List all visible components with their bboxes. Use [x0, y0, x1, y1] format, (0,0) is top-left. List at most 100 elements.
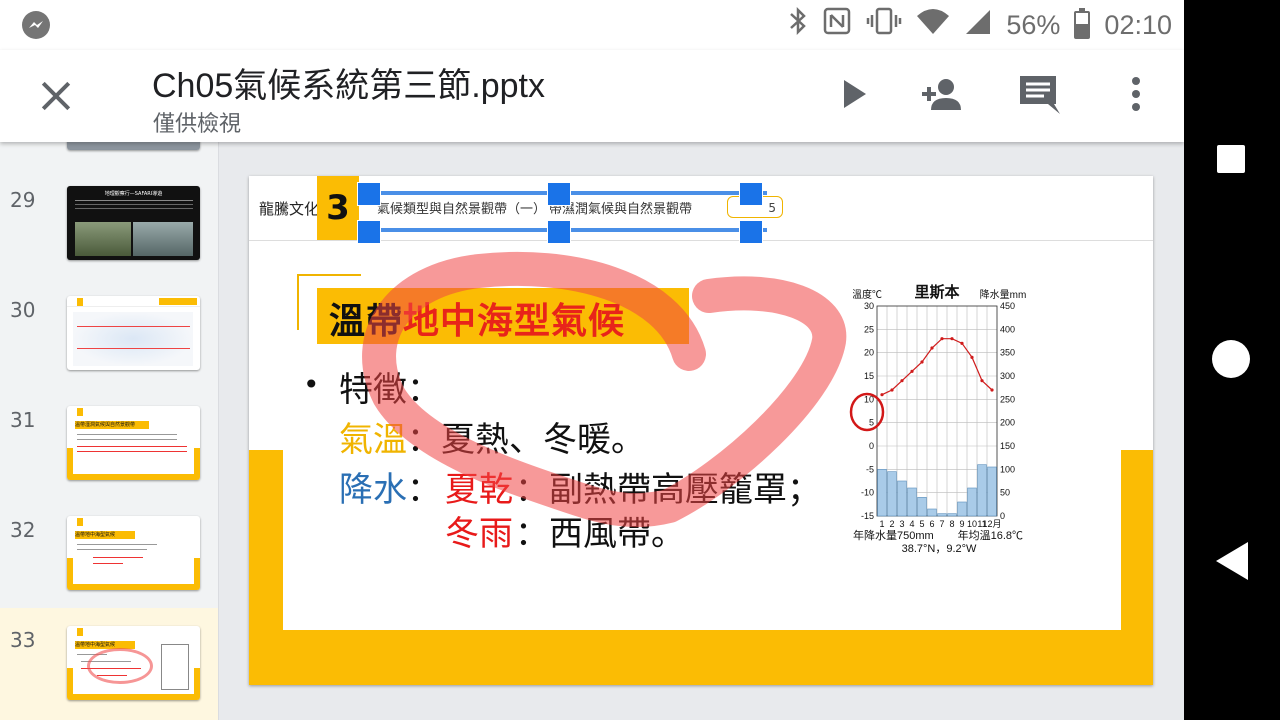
slide-number: 32 — [10, 518, 36, 542]
month-tick-label: 7 — [939, 519, 944, 529]
thumb-title: 地理觀察行—SAFARI導遊 — [104, 191, 163, 197]
selection-handle[interactable] — [739, 220, 763, 244]
thumbnail-30[interactable] — [67, 296, 200, 370]
app-bar: Ch05氣候系統第三節.pptx 僅供檢視 — [0, 50, 1184, 142]
temp-label: 氣溫 — [339, 420, 407, 460]
selection-handle[interactable] — [547, 220, 571, 244]
month-tick-label: 2 — [889, 519, 894, 529]
selection-handle[interactable] — [357, 220, 381, 244]
selection-handle[interactable] — [357, 182, 381, 206]
precip-bar — [917, 497, 927, 517]
system-nav-bar — [1184, 0, 1280, 720]
nfc-icon — [822, 6, 852, 45]
precip-colon: ： — [407, 470, 441, 510]
present-icon[interactable] — [830, 70, 878, 118]
chart-title: 里斯本 — [914, 284, 959, 301]
temp-point — [980, 379, 984, 383]
home-button[interactable] — [1212, 340, 1252, 380]
climograph-lisbon: 溫度℃ 里斯本 降水量mm 302520151050-5-10-15450400… — [853, 284, 1027, 564]
precip-tick-label: 250 — [1000, 394, 1015, 404]
thumbnail-row-32[interactable]: 32 溫帶地中海型氣候 — [0, 510, 218, 620]
precip-bar — [927, 508, 937, 517]
temp-point — [970, 355, 974, 359]
month-tick-label: 3 — [899, 519, 904, 529]
precip-bar — [907, 487, 917, 517]
summer-text: ：副熱帶高壓籠罩； — [515, 470, 821, 510]
thumbnail-28[interactable] — [67, 142, 200, 150]
precip-tick-label: 450 — [1000, 301, 1015, 311]
precip-bar — [947, 513, 957, 517]
precip-bar — [887, 471, 897, 517]
temp-tick-label: 5 — [869, 418, 874, 428]
precip-tick-label: 100 — [1000, 464, 1015, 474]
thumbnail-row-33[interactable]: 33 溫帶地中海型氣候 — [0, 608, 218, 720]
battery-percent: 56% — [1006, 9, 1061, 40]
temp-point — [920, 360, 924, 364]
temp-tick-label: -10 — [861, 488, 874, 498]
summer-dry-label: 夏乾 — [445, 470, 513, 510]
slide-viewer[interactable]: 龍騰文化 3 氣候類型與自然景觀帶（一） 帶濕潤氣候與自然景觀帶 5 溫帶地中海… — [219, 142, 1184, 720]
file-title: Ch05氣候系統第三節.pptx — [152, 67, 545, 105]
winter-text: ：西風帶。 — [515, 514, 685, 554]
precip-label: 降水 — [339, 470, 407, 510]
thumbnail-32[interactable]: 溫帶地中海型氣候 — [67, 516, 200, 590]
tab-climate-types: 氣候類型與自然景觀帶（一） — [377, 202, 547, 217]
bluetooth-icon — [788, 6, 808, 45]
temp-tick-label: 15 — [864, 371, 874, 381]
selection-line — [377, 191, 767, 195]
thumbnail-row-30[interactable]: 30 — [0, 290, 218, 400]
precip-tick-label: 300 — [1000, 371, 1015, 381]
chapter-number: 3 — [317, 176, 359, 240]
back-button[interactable] — [1212, 540, 1252, 580]
selection-line — [377, 228, 767, 232]
slide-number: 29 — [10, 188, 36, 212]
clock: 02:10 — [1104, 9, 1172, 40]
precip-bar — [957, 501, 967, 517]
selection-handle[interactable] — [739, 182, 763, 206]
chart-footer-left: 年降水量750mm — [853, 528, 934, 542]
slide-thumbnail-list[interactable]: 29 地理觀察行—SAFARI導遊 30 31 溫帶溼潤氣候與自然景觀帶 32 … — [0, 142, 219, 720]
feature-label: 特徵： — [339, 370, 441, 410]
temp-point — [890, 388, 894, 392]
more-vert-icon[interactable] — [1112, 70, 1160, 118]
precip-tick-label: 150 — [1000, 441, 1015, 451]
thumbnail-row-29[interactable]: 29 地理觀察行—SAFARI導遊 — [0, 180, 218, 290]
thumbnail-row-31[interactable]: 31 溫帶溼潤氣候與自然景觀帶 — [0, 400, 218, 510]
chart-right-ylabel: 降水量mm — [980, 288, 1027, 301]
close-icon[interactable] — [36, 76, 76, 116]
temp-point — [910, 369, 914, 373]
thumbnail-31[interactable]: 溫帶溼潤氣候與自然景觀帶 — [67, 406, 200, 480]
status-bar: 56% 02:10 — [0, 0, 1184, 50]
comment-icon[interactable] — [1014, 70, 1062, 118]
messenger-icon — [22, 11, 50, 39]
precip-bar — [937, 513, 947, 517]
temp-point — [990, 388, 994, 392]
thumbnail-29[interactable]: 地理觀察行—SAFARI導遊 — [67, 186, 200, 260]
temp-tick-label: -5 — [866, 464, 874, 474]
precip-bar — [977, 464, 987, 517]
month-tick-label: 4 — [909, 519, 914, 529]
thumbnail-33[interactable]: 溫帶地中海型氣候 — [67, 626, 200, 700]
precip-tick-label: 50 — [1000, 488, 1010, 498]
slide-number: 31 — [10, 408, 36, 432]
precip-tick-label: 200 — [1000, 418, 1015, 428]
chart-footer-right: 年均溫16.8℃ — [958, 528, 1023, 542]
month-tick-label: 1 — [879, 519, 884, 529]
temp-point — [900, 379, 904, 383]
temp-text: ：夏熱、冬暖。 — [407, 420, 645, 460]
recents-button[interactable] — [1212, 140, 1252, 180]
thumb-title: 溫帶溼潤氣候與自然景觀帶 — [75, 421, 149, 429]
slide-number: 30 — [10, 298, 36, 322]
wifi-icon — [916, 6, 950, 45]
add-person-icon[interactable] — [918, 70, 966, 118]
month-tick-label: 9 — [959, 519, 964, 529]
view-only-label: 僅供檢視 — [153, 112, 242, 137]
temp-point — [930, 346, 934, 350]
selection-handle[interactable] — [547, 182, 571, 206]
vibrate-icon — [866, 6, 902, 45]
temp-point — [940, 337, 944, 341]
thumb-title: 溫帶地中海型氣候 — [75, 531, 135, 539]
temp-tick-label: 25 — [864, 324, 874, 334]
slide-title: 溫帶地中海型氣候 — [329, 301, 626, 342]
temp-point — [960, 341, 964, 345]
